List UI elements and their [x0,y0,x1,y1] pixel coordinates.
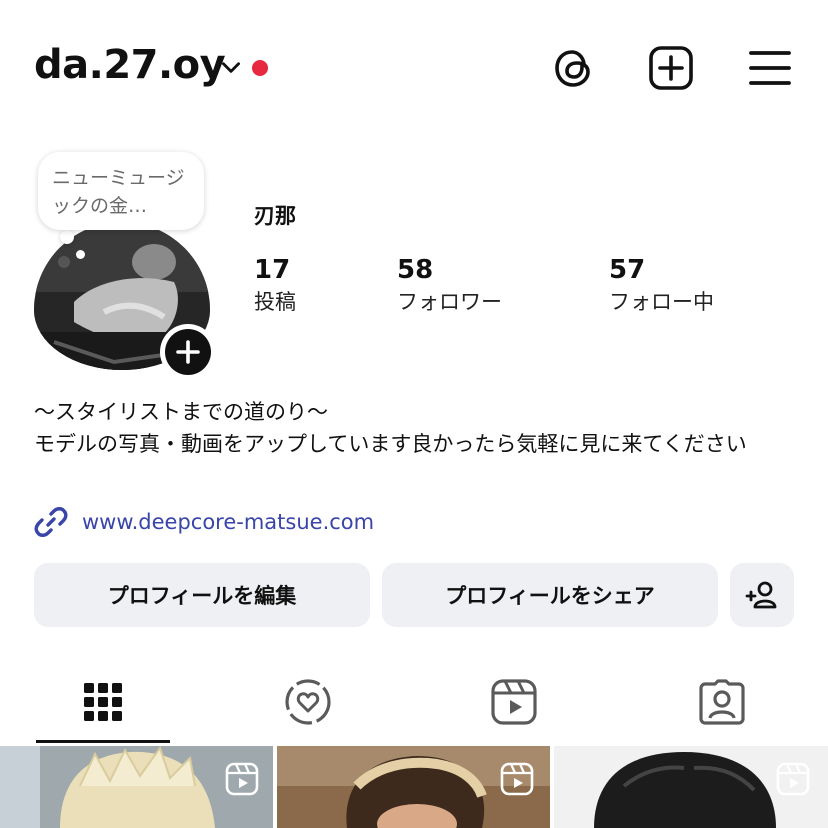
bio-line: モデルの写真・動画をアップしています良かったら気軽に見に来てください [34,432,747,456]
stat-posts[interactable]: 17 投稿 [254,254,296,318]
following-count: 57 [609,255,646,285]
post-thumbnail[interactable] [554,746,828,828]
note-bubble-tail [60,230,74,244]
reel-badge-icon [500,762,534,796]
username[interactable]: da.27.oy [34,42,226,88]
add-story-button[interactable] [160,324,216,380]
create-post-icon[interactable] [647,44,695,92]
link-icon [34,507,68,537]
profile-link[interactable]: www.deepcore-matsue.com [34,504,374,540]
notification-dot [252,60,268,76]
following-label: フォロー中 [609,290,714,314]
tab-grid[interactable] [73,672,133,732]
active-tab-indicator [36,740,170,743]
post-thumbnail[interactable] [277,746,550,828]
reel-badge-icon [776,762,810,796]
posts-label: 投稿 [254,290,296,314]
chevron-down-icon[interactable] [218,54,244,80]
followers-label: フォロワー [397,290,502,314]
menu-icon[interactable] [746,44,794,92]
bio-line: 〜スタイリストまでの道のり〜 [34,400,328,424]
plus-icon [176,340,200,364]
posts-count: 17 [254,255,291,285]
reels-icon [491,679,537,725]
bio: 〜スタイリストまでの道のり〜 モデルの写真・動画をアップしています良かったら気軽… [34,396,794,460]
profile-header: da.27.oy [0,0,828,130]
share-profile-button[interactable]: プロフィールをシェア [382,563,718,627]
highlights-icon [285,679,331,725]
edit-profile-button[interactable]: プロフィールを編集 [34,563,370,627]
profile-note[interactable]: ニューミュージックの金… [38,152,204,230]
stat-following[interactable]: 57 フォロー中 [609,254,714,318]
post-thumbnail[interactable] [0,746,273,828]
add-user-button[interactable] [730,563,794,627]
display-name: 刃那 [254,204,296,228]
grid-icon [84,683,122,721]
note-bubble-tail-small [76,250,85,259]
tab-reels[interactable] [484,672,544,732]
tab-tagged[interactable] [692,672,752,732]
threads-icon[interactable] [550,44,598,92]
link-text[interactable]: www.deepcore-matsue.com [82,510,374,534]
stat-followers[interactable]: 58 フォロワー [397,254,502,318]
followers-count: 58 [397,255,434,285]
tagged-icon [699,679,745,725]
add-user-icon [745,581,777,609]
reel-badge-icon [225,762,259,796]
tab-highlights[interactable] [278,672,338,732]
